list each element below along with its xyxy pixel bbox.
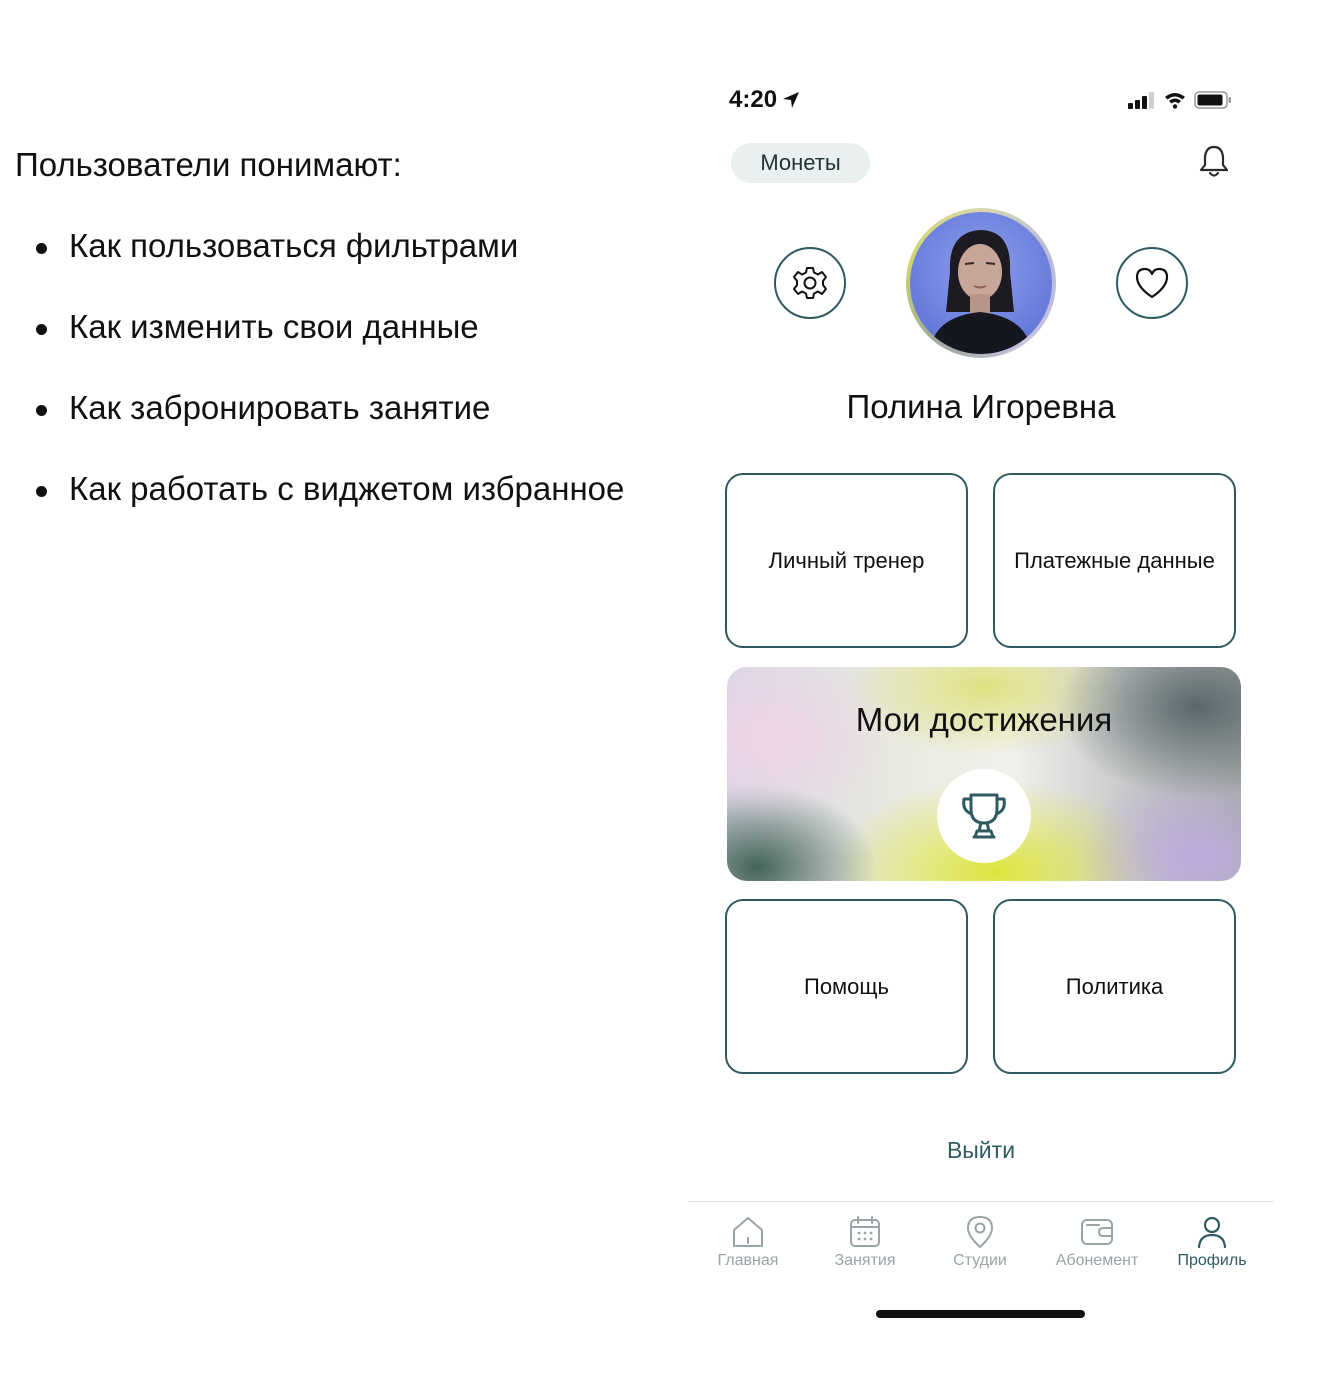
notifications-button[interactable] xyxy=(1195,142,1233,182)
tab-label: Студии xyxy=(953,1252,1007,1269)
home-indicator xyxy=(876,1310,1085,1318)
user-icon xyxy=(1197,1216,1227,1249)
heart-icon xyxy=(1135,267,1169,299)
location-pin-icon xyxy=(967,1216,993,1248)
gear-icon xyxy=(793,267,827,299)
achievements-card[interactable]: Мои достижения xyxy=(727,667,1241,881)
bullet-dot xyxy=(36,324,47,335)
payment-data-label: Платежные данные xyxy=(1014,547,1215,573)
location-arrow-icon xyxy=(783,92,800,108)
personal-trainer-label: Личный тренер xyxy=(768,547,925,573)
tab-label: Профиль xyxy=(1177,1252,1247,1269)
policy-label: Политика xyxy=(1065,973,1164,999)
intro-heading: Пользователи понимают: xyxy=(15,146,402,183)
home-icon xyxy=(733,1217,763,1247)
wallet-icon xyxy=(1081,1219,1113,1245)
achievements-title: Мои достижения xyxy=(855,701,1113,738)
bullet-dot xyxy=(36,486,47,497)
tabbar-divider xyxy=(688,1201,1274,1202)
cellular-signal-icon xyxy=(1128,92,1154,109)
payment-data-tile[interactable]: Платежные данные xyxy=(993,473,1236,648)
tab-label: Главная xyxy=(717,1252,779,1269)
tab-classes[interactable]: Занятия xyxy=(810,1214,920,1270)
help-label: Помощь xyxy=(804,973,889,999)
bullet-text: Как работать с виджетом избранное xyxy=(69,470,625,507)
user-name: Полина Игоревна xyxy=(846,388,1116,425)
avatar-photo xyxy=(910,212,1052,354)
settings-button[interactable] xyxy=(774,247,846,319)
bullet-text: Как пользоваться фильтрами xyxy=(69,227,519,264)
wifi-icon xyxy=(1165,93,1185,109)
bullet-dot xyxy=(36,405,47,416)
logout-button[interactable]: Выйти xyxy=(730,1137,1232,1164)
tab-profile[interactable]: Профиль xyxy=(1157,1214,1267,1270)
coins-button[interactable]: Монеты xyxy=(731,143,870,183)
bullet-dot xyxy=(36,243,47,254)
policy-tile[interactable]: Политика xyxy=(993,899,1236,1074)
help-tile[interactable]: Помощь xyxy=(725,899,968,1074)
bell-icon xyxy=(1199,145,1229,177)
trophy-icon xyxy=(962,793,1006,839)
favorites-button[interactable] xyxy=(1116,247,1188,319)
status-time: 4:20 xyxy=(729,86,801,114)
status-time-text: 4:20 xyxy=(729,86,778,113)
tab-home[interactable]: Главная xyxy=(693,1214,803,1270)
battery-icon xyxy=(1194,91,1231,109)
personal-trainer-tile[interactable]: Личный тренер xyxy=(725,473,968,648)
trophy-badge xyxy=(937,769,1031,863)
tab-studios[interactable]: Студии xyxy=(925,1214,1035,1270)
avatar[interactable] xyxy=(906,208,1056,358)
tab-label: Занятия xyxy=(834,1252,896,1269)
tab-label: Абонемент xyxy=(1055,1252,1139,1269)
bullet-text: Как забронировать занятие xyxy=(69,389,491,426)
calendar-icon xyxy=(850,1216,880,1247)
status-icons xyxy=(1126,90,1232,110)
bullet-text: Как изменить свои данные xyxy=(69,308,479,345)
tab-membership[interactable]: Абонемент xyxy=(1042,1214,1152,1270)
